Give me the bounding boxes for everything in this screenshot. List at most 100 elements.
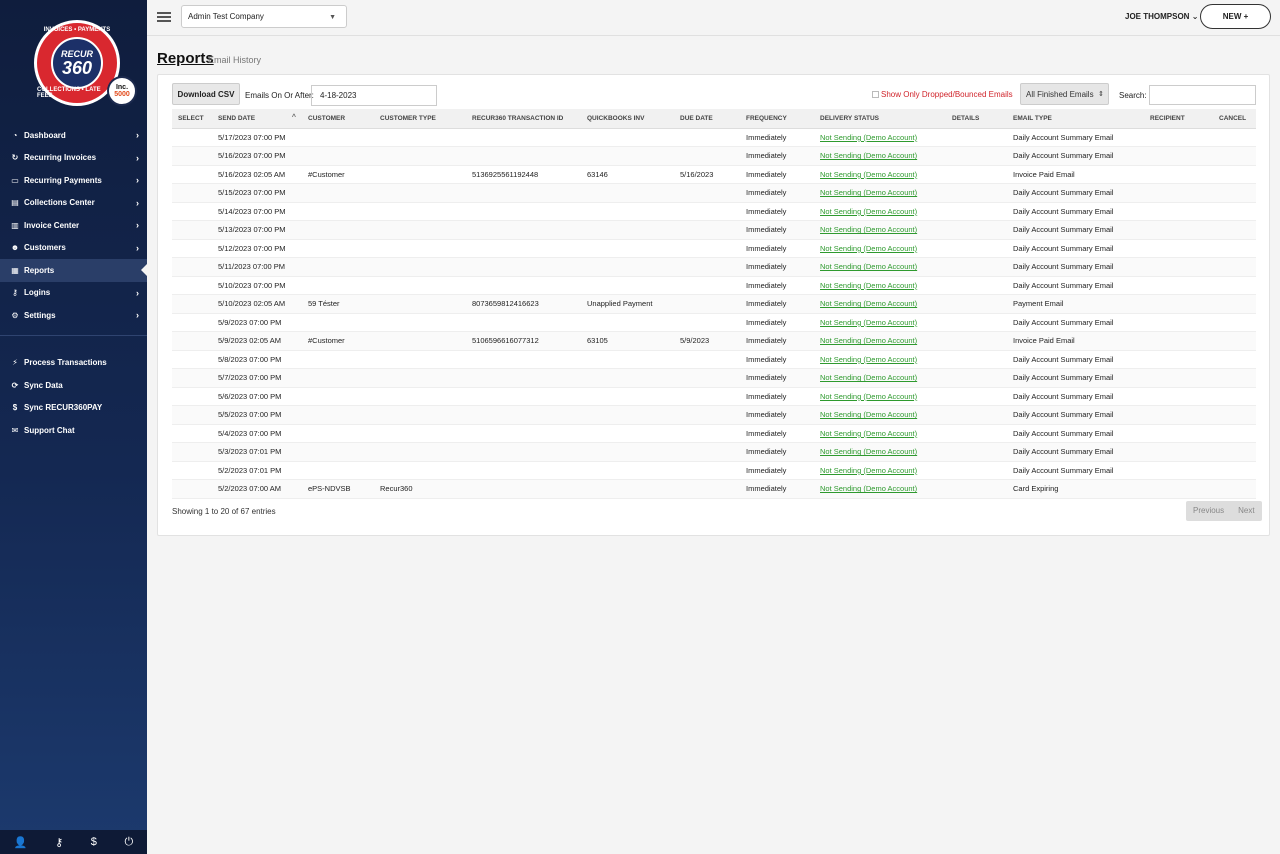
table-row[interactable]: 5/15/2023 07:00 PM Immediately Not Sending… [172,183,1256,203]
key-icon[interactable]: ⚷ [55,836,63,849]
column-header-customer-type[interactable]: CUSTOMER TYPE [374,109,466,129]
table-row[interactable]: 5/16/2023 07:00 PM Immediately Not Sending… [172,146,1256,166]
delivery-status-link[interactable]: Not Sending (Demo Account) [820,429,917,438]
sidebar-item-recurring-invoices[interactable]: ↻ Recurring Invoices › [0,147,147,170]
delivery-status-link[interactable]: Not Sending (Demo Account) [820,447,917,456]
table-row[interactable]: 5/8/2023 07:00 PM Immediately Not Sending … [172,350,1256,369]
delivery-status-link[interactable]: Not Sending (Demo Account) [820,392,917,401]
column-header-label: SELECT [178,114,204,122]
delivery-status-link[interactable]: Not Sending (Demo Account) [820,484,917,493]
delivery-status-link[interactable]: Not Sending (Demo Account) [820,188,917,197]
delivery-status-link[interactable]: Not Sending (Demo Account) [820,466,917,475]
cell-txn [466,368,581,388]
table-row[interactable]: 5/11/2023 07:00 PM Immediately Not Sending… [172,257,1256,277]
table-row[interactable]: 5/2/2023 07:00 AM ePS-NDVSB Recur360 Immedi… [172,479,1256,499]
cell-cancel [1213,165,1256,184]
delivery-status-link[interactable]: Not Sending (Demo Account) [820,207,917,216]
sidebar-item-reports[interactable]: ▦ Reports [0,259,147,282]
column-header-label: EMAIL TYPE [1013,114,1052,122]
new-button[interactable]: NEW + [1200,4,1271,29]
cell-qb: 63146 [581,165,674,184]
cell-freq: Immediately [740,331,814,351]
sidebar-item-recurring-payments[interactable]: ▭ Recurring Payments › [0,169,147,192]
table-row[interactable]: 5/9/2023 02:05 AM #Customer 51065966160773… [172,331,1256,351]
sort-ascending-icon[interactable]: ^ [292,114,296,121]
dropped-emails-checkbox[interactable] [872,91,879,98]
sidebar-item-collections-center[interactable]: ▤ Collections Center › [0,192,147,215]
table-row[interactable]: 5/14/2023 07:00 PM Immediately Not Sending… [172,202,1256,221]
table-row[interactable]: 5/9/2023 07:00 PM Immediately Not Sending … [172,313,1256,332]
download-csv-button[interactable]: Download CSV [172,83,240,105]
column-header-recipient[interactable]: RECIPIENT [1144,109,1213,129]
company-select[interactable]: Admin Test Company ▼ [181,5,347,28]
column-header-select[interactable]: SELECT [172,109,212,129]
table-row[interactable]: 5/16/2023 02:05 AM #Customer 5136925561192… [172,165,1256,184]
delivery-status-link[interactable]: Not Sending (Demo Account) [820,281,917,290]
search-input[interactable] [1149,85,1256,105]
delivery-status-link[interactable]: Not Sending (Demo Account) [820,410,917,419]
sidebar-item-sync-data[interactable]: ⟳ Sync Data [0,374,147,397]
sidebar-item-dashboard[interactable]: ◔ Dashboard › [0,124,147,147]
cell-status: Not Sending (Demo Account) [814,461,946,480]
date-filter-input[interactable]: 4-18-2023 [311,85,437,106]
user-icon[interactable]: 👤 [14,836,28,849]
table-row[interactable]: 5/3/2023 07:01 PM Immediately Not Sending … [172,442,1256,462]
table-row[interactable]: 5/10/2023 02:05 AM 59 Téster 8073659812416… [172,294,1256,314]
column-header-frequency[interactable]: FREQUENCY [740,109,814,129]
table-header-row: SELECT SEND DATE ^ CUSTOMER CUSTOMER TYPE REC… [172,109,1256,129]
delivery-status-link[interactable]: Not Sending (Demo Account) [820,244,917,253]
delivery-status-link[interactable]: Not Sending (Demo Account) [820,318,917,327]
table-row[interactable]: 5/17/2023 07:00 PM Immediately Not Sending… [172,128,1256,147]
dollar-icon[interactable]: $ [91,836,97,848]
power-icon[interactable]: ⏻ [124,836,133,849]
column-header-quickbooks-inv[interactable]: QUICKBOOKS INV [581,109,674,129]
previous-page-button[interactable]: Previous [1186,501,1231,521]
cell-recipient [1144,294,1213,314]
sidebar-item-support-chat[interactable]: ✉ Support Chat [0,419,147,442]
cell-select [172,165,212,184]
table-row[interactable]: 5/4/2023 07:00 PM Immediately Not Sending … [172,424,1256,443]
cell-type: Daily Account Summary Email [1007,368,1144,388]
sidebar-item-customers[interactable]: ☻ Customers › [0,237,147,260]
table-row[interactable]: 5/7/2023 07:00 PM Immediately Not Sending … [172,368,1256,388]
user-menu[interactable]: JOE THOMPSON ⌄ [1125,12,1198,21]
cell-customer_type [374,424,466,443]
cell-customer [302,220,374,240]
delivery-status-link[interactable]: Not Sending (Demo Account) [820,151,917,160]
cell-recipient [1144,183,1213,203]
next-page-button[interactable]: Next [1231,501,1261,521]
delivery-status-link[interactable]: Not Sending (Demo Account) [820,225,917,234]
table-row[interactable]: 5/13/2023 07:00 PM Immediately Not Sending… [172,220,1256,240]
email-filter-select[interactable]: All Finished Emails ⇕ [1020,83,1109,105]
delivery-status-link[interactable]: Not Sending (Demo Account) [820,299,917,308]
delivery-status-link[interactable]: Not Sending (Demo Account) [820,355,917,364]
delivery-status-link[interactable]: Not Sending (Demo Account) [820,373,917,382]
table-row[interactable]: 5/6/2023 07:00 PM Immediately Not Sending … [172,387,1256,406]
column-header-customer[interactable]: CUSTOMER [302,109,374,129]
table-row[interactable]: 5/12/2023 07:00 PM Immediately Not Sending… [172,239,1256,258]
delivery-status-link[interactable]: Not Sending (Demo Account) [820,262,917,271]
sidebar-item-sync-recur360pay[interactable]: $ Sync RECUR360PAY [0,397,147,420]
column-header-cancel[interactable]: CANCEL [1213,109,1256,129]
delivery-status-link[interactable]: Not Sending (Demo Account) [820,133,917,142]
column-header-details[interactable]: DETAILS [946,109,1007,129]
column-header-send-date[interactable]: SEND DATE ^ [212,109,302,129]
delivery-status-link[interactable]: Not Sending (Demo Account) [820,336,917,345]
column-header-email-type[interactable]: EMAIL TYPE [1007,109,1144,129]
sidebar-item-invoice-center[interactable]: ▥ Invoice Center › [0,214,147,237]
page-title[interactable]: Reports [157,50,214,67]
sidebar-item-logins[interactable]: ⚷ Logins › [0,282,147,305]
sidebar-item-process-transactions[interactable]: ⚡ Process Transactions [0,352,147,375]
dropped-emails-toggle[interactable]: Show Only Dropped/Bounced Emails [872,90,1013,99]
table-row[interactable]: 5/2/2023 07:01 PM Immediately Not Sending … [172,461,1256,480]
column-header-delivery-status[interactable]: DELIVERY STATUS [814,109,946,129]
delivery-status-link[interactable]: Not Sending (Demo Account) [820,170,917,179]
table-row[interactable]: 5/10/2023 07:00 PM Immediately Not Sending… [172,276,1256,295]
column-header-recur360-transaction-id[interactable]: RECUR360 TRANSACTION ID [466,109,581,129]
table-row[interactable]: 5/5/2023 07:00 PM Immediately Not Sending … [172,405,1256,425]
hamburger-menu-icon[interactable] [157,10,171,24]
column-header-due-date[interactable]: DUE DATE [674,109,740,129]
sidebar-item-settings[interactable]: ⚙ Settings › [0,304,147,327]
cell-recipient [1144,350,1213,369]
cell-recipient [1144,202,1213,221]
